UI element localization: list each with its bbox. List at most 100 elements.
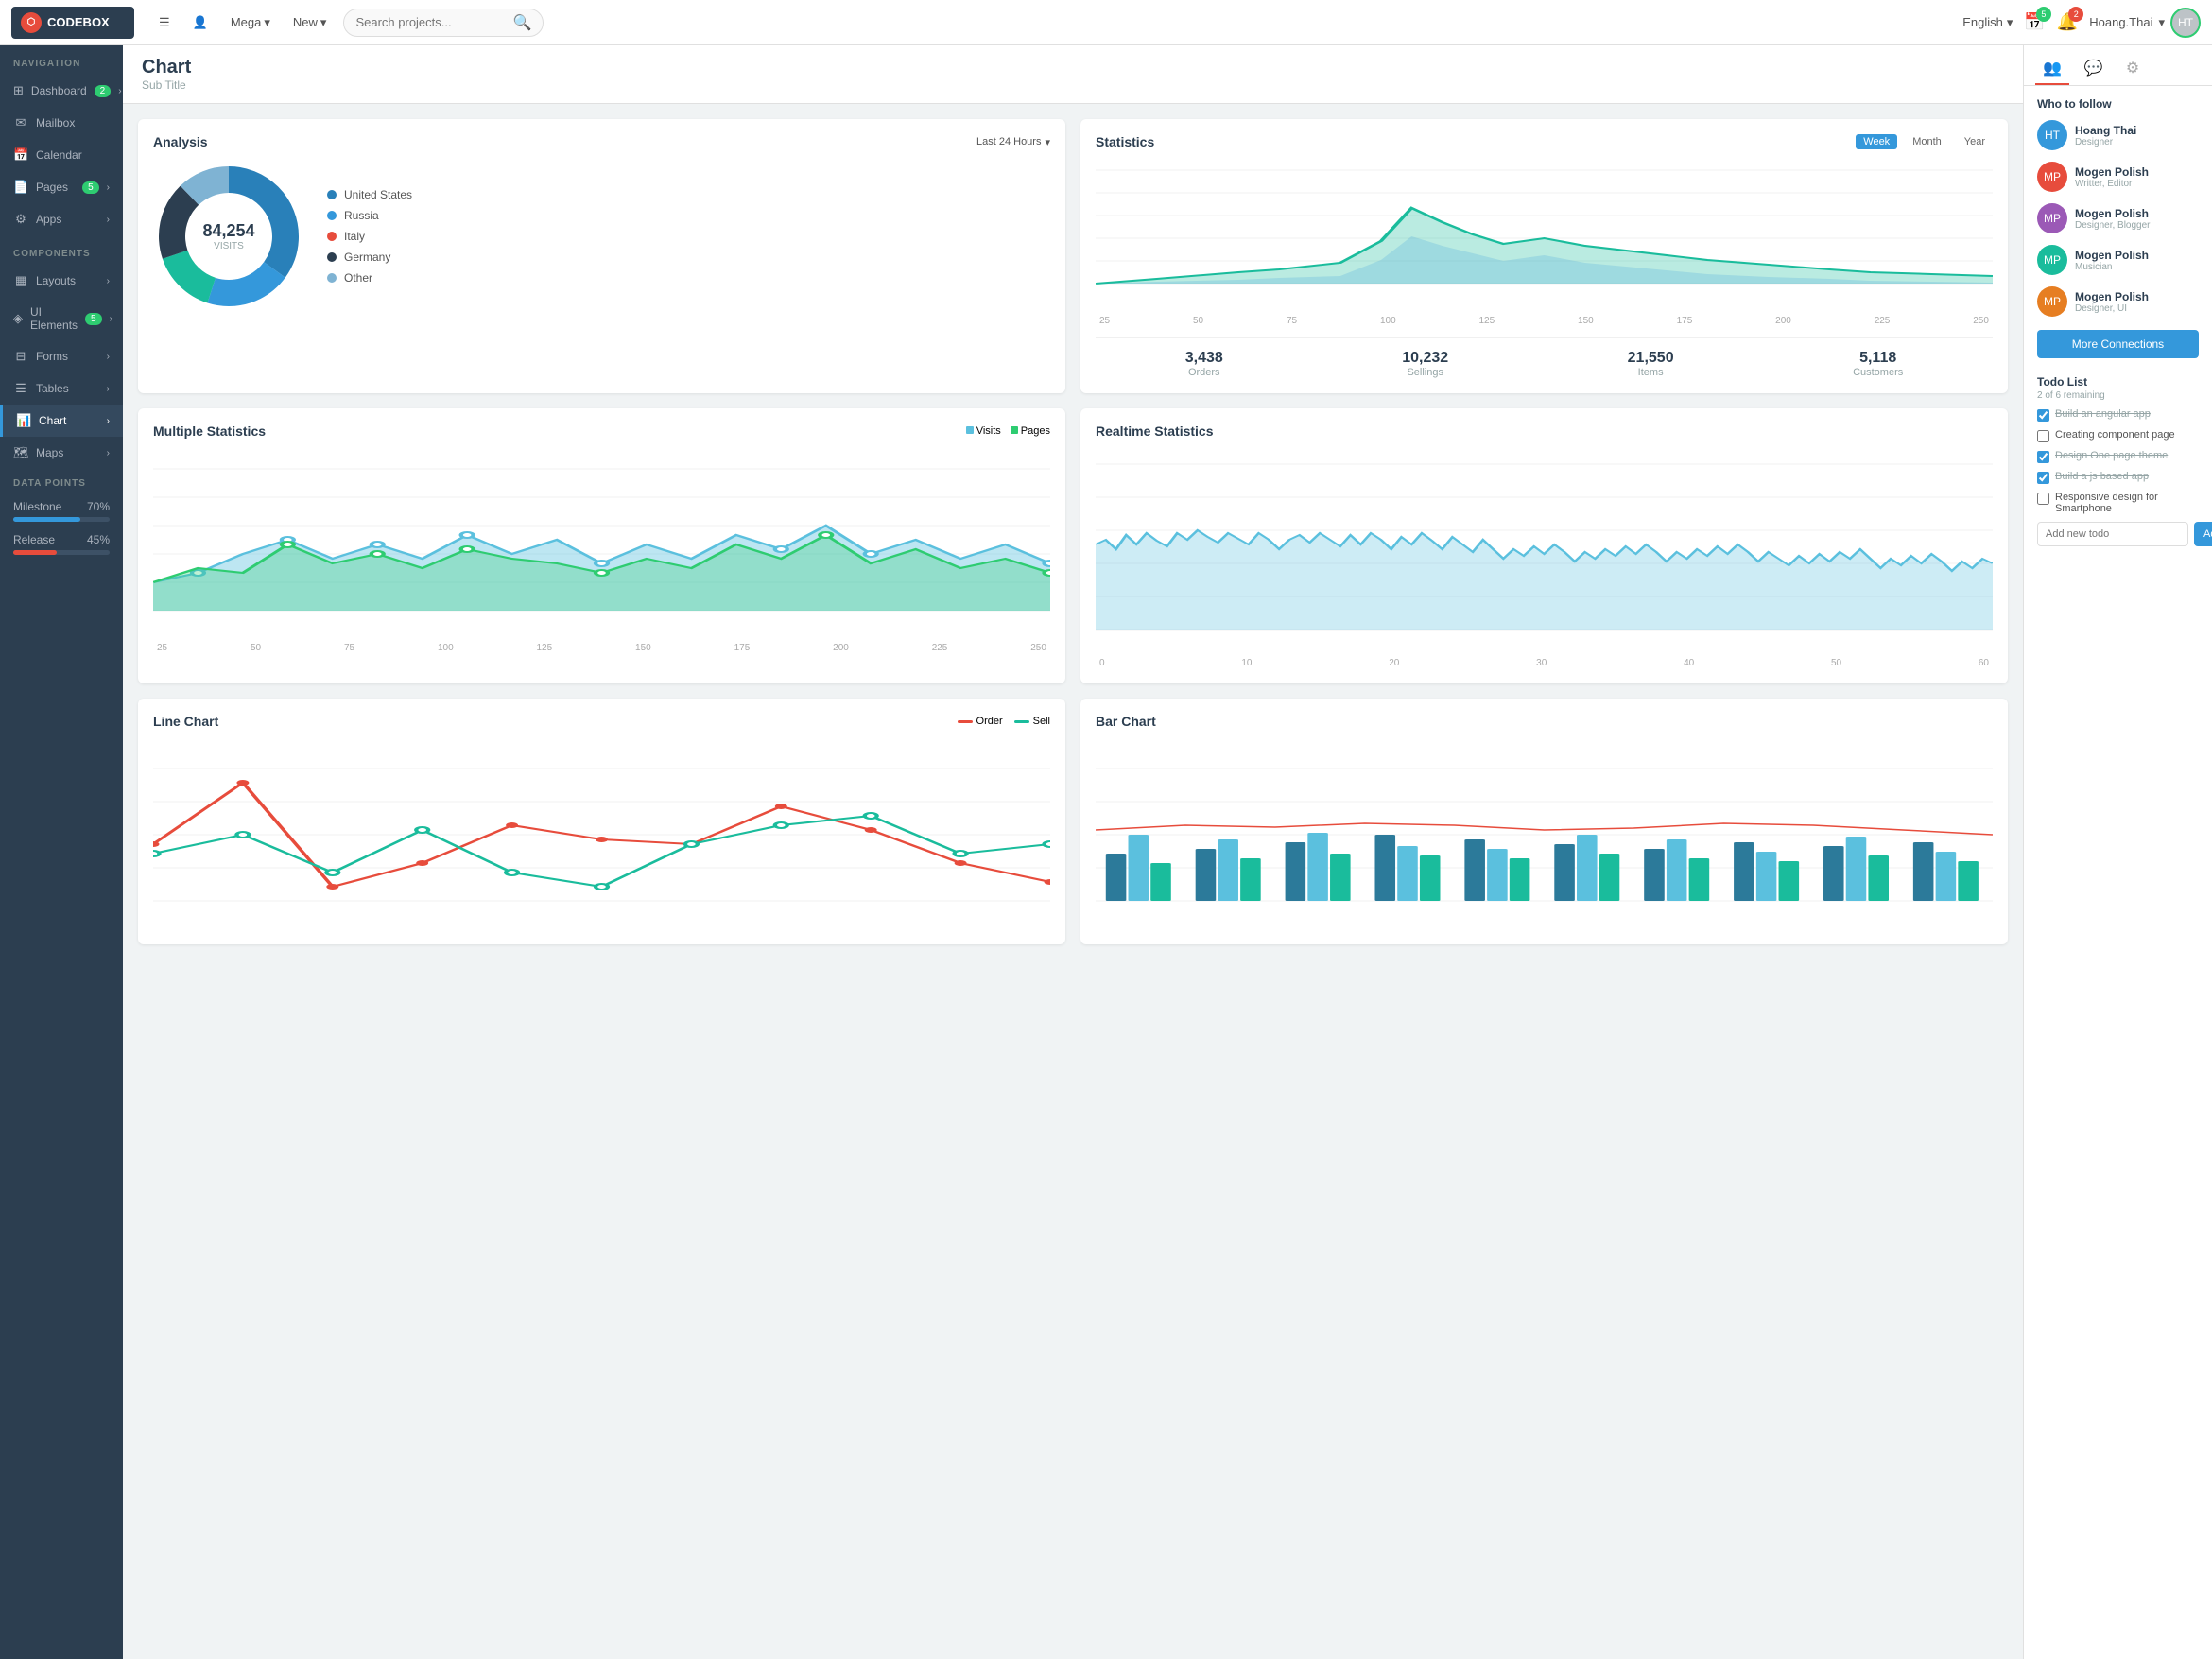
sidebar-item-forms[interactable]: ⊟ Forms › (0, 340, 123, 372)
todo-check-3[interactable] (2037, 451, 2049, 463)
tab-month[interactable]: Month (1905, 134, 1949, 149)
donut-center: 84,254 VISITS (202, 221, 254, 251)
bar-chart-card: Bar Chart (1080, 699, 2008, 944)
comp-section-label: Components (0, 235, 123, 265)
sidebar-label-apps: Apps (36, 213, 99, 226)
release-item: Release 45% (0, 527, 123, 561)
sidebar-item-maps[interactable]: 🗺 Maps › (0, 437, 123, 469)
multiple-stats-legend: Visits Pages (966, 425, 1050, 437)
statistics-stats-row: 3,438 Orders 10,232 Sellings 21,550 Item… (1096, 337, 1993, 378)
more-connections-btn[interactable]: More Connections (2037, 330, 2199, 358)
logo-text: CODEBOX (47, 15, 110, 29)
todo-title: Todo List (2037, 375, 2199, 389)
multiple-stats-card: Multiple Statistics Visits Pages (138, 408, 1065, 683)
todo-check-1[interactable] (2037, 409, 2049, 422)
sidebar-label-pages: Pages (36, 181, 75, 194)
follow-item-1: HT Hoang Thai Designer (2024, 114, 2212, 156)
topnav-new-btn[interactable]: New ▾ (284, 9, 337, 36)
realtime-stats-header: Realtime Statistics (1096, 423, 1993, 439)
sidebar-item-pages[interactable]: 📄 Pages 5 › (0, 171, 123, 203)
sidebar-item-tables[interactable]: ☰ Tables › (0, 372, 123, 405)
page-body: Analysis Last 24 Hours ▾ (123, 104, 2023, 1659)
sidebar-label-layouts: Layouts (36, 274, 99, 287)
calendar-icon: 📅 (13, 147, 28, 163)
notification-btn[interactable]: 🔔 2 (2057, 12, 2078, 32)
ui-icon: ◈ (13, 311, 23, 326)
realtime-svg (1096, 450, 1993, 658)
todo-check-5[interactable] (2037, 493, 2049, 505)
sidebar-item-mailbox[interactable]: ✉ Mailbox (0, 107, 123, 139)
stat-sellings: 10,232 Sellings (1402, 350, 1448, 378)
topnav-mega-btn[interactable]: Mega ▾ (221, 9, 280, 36)
follow-role-5: Designer, UI (2075, 303, 2149, 314)
todo-item-5: Responsive design for Smartphone (2037, 492, 2199, 514)
calendar-btn[interactable]: 📅 5 (2024, 12, 2045, 32)
sidebar-item-ui[interactable]: ◈ UI Elements 5 › (0, 297, 123, 340)
user-menu[interactable]: Hoang.Thai ▾ HT (2089, 8, 2201, 38)
sidebar-label-ui: UI Elements (30, 305, 78, 332)
sidebar-item-calendar[interactable]: 📅 Calendar (0, 139, 123, 171)
analysis-header: Analysis Last 24 Hours ▾ (153, 134, 1050, 149)
sidebar-item-layouts[interactable]: ▦ Layouts › (0, 265, 123, 297)
sidebar-item-chart[interactable]: 📊 Chart › (0, 405, 123, 437)
time-selector[interactable]: Last 24 Hours ▾ (976, 136, 1050, 148)
milestone-bar-bg (13, 517, 110, 522)
who-to-follow-title: Who to follow (2024, 86, 2212, 114)
multiple-stats-title: Multiple Statistics (153, 423, 266, 439)
sidebar-item-apps[interactable]: ⚙ Apps › (0, 203, 123, 235)
legend-us: United States (327, 188, 412, 201)
tab-year[interactable]: Year (1957, 134, 1993, 149)
todo-check-2[interactable] (2037, 430, 2049, 442)
follow-name-3: Mogen Polish (2075, 207, 2151, 220)
milestone-pct: 70% (87, 500, 110, 513)
language-selector[interactable]: English ▾ (1962, 15, 2013, 30)
bar-chart-svg (1096, 740, 1993, 929)
topnav-hamburger[interactable]: ☰ (149, 9, 180, 36)
todo-add-input[interactable] (2037, 522, 2188, 546)
content-area: Chart Sub Title Analysis Last 24 Hours ▾ (123, 45, 2023, 1659)
follow-name-2: Mogen Polish (2075, 165, 2149, 179)
realtime-stats-title: Realtime Statistics (1096, 423, 1214, 439)
todo-item-4: Build a js based app (2037, 471, 2199, 484)
follow-avatar-5: MP (2037, 286, 2067, 317)
multiple-stats-x-labels: 255075 100125150 175200225 250 (153, 643, 1050, 653)
pages-icon: 📄 (13, 180, 28, 195)
milestone-item: Milestone 70% (0, 494, 123, 527)
forms-icon: ⊟ (13, 349, 28, 364)
sidebar-label-calendar: Calendar (36, 148, 110, 162)
donut-legend: United States Russia Italy (327, 188, 412, 285)
topnav-user-icon[interactable]: 👤 (183, 9, 217, 36)
statistics-title: Statistics (1096, 134, 1154, 149)
analysis-card: Analysis Last 24 Hours ▾ (138, 119, 1065, 393)
multiple-stats-svg (153, 450, 1050, 639)
todo-label-3: Design One page theme (2055, 450, 2168, 461)
donut-container: 84,254 VISITS United States Russ (153, 161, 1050, 312)
sidebar-item-dashboard[interactable]: ⊞ Dashboard 2 › (0, 75, 123, 107)
todo-check-4[interactable] (2037, 472, 2049, 484)
logo[interactable]: ⬡ CODEBOX (11, 7, 134, 39)
line-chart-legend: Order Sell (958, 716, 1050, 727)
rp-tab-users[interactable]: 👥 (2035, 53, 2069, 85)
todo-label-2: Creating component page (2055, 429, 2175, 441)
todo-add-button[interactable]: Add (2194, 522, 2212, 546)
statistics-svg (1096, 161, 1993, 312)
release-label: Release (13, 533, 55, 546)
rp-tab-chat[interactable]: 💬 (2077, 53, 2111, 85)
legend-sell-line (1014, 720, 1029, 723)
milestone-label: Milestone (13, 500, 61, 513)
follow-item-5: MP Mogen Polish Designer, UI (2024, 281, 2212, 322)
donut-value: 84,254 (202, 221, 254, 241)
release-bar-fill (13, 550, 57, 555)
todo-label-5: Responsive design for Smartphone (2055, 492, 2199, 514)
main-layout: Navigation ⊞ Dashboard 2 › ✉ Mailbox 📅 C… (0, 45, 2212, 1659)
tab-week[interactable]: Week (1856, 134, 1897, 149)
legend-dot-de (327, 252, 337, 262)
legend-dot-us (327, 190, 337, 199)
milestone-bar-fill (13, 517, 80, 522)
sidebar-label-tables: Tables (36, 382, 99, 395)
rp-tab-settings[interactable]: ⚙ (2118, 53, 2147, 85)
right-panel: 👥 💬 ⚙ Who to follow HT Hoang Thai Design… (2023, 45, 2212, 1659)
search-input[interactable] (355, 15, 507, 29)
todo-count: 2 of 6 remaining (2037, 390, 2199, 401)
todo-input-row: Add (2037, 522, 2199, 546)
